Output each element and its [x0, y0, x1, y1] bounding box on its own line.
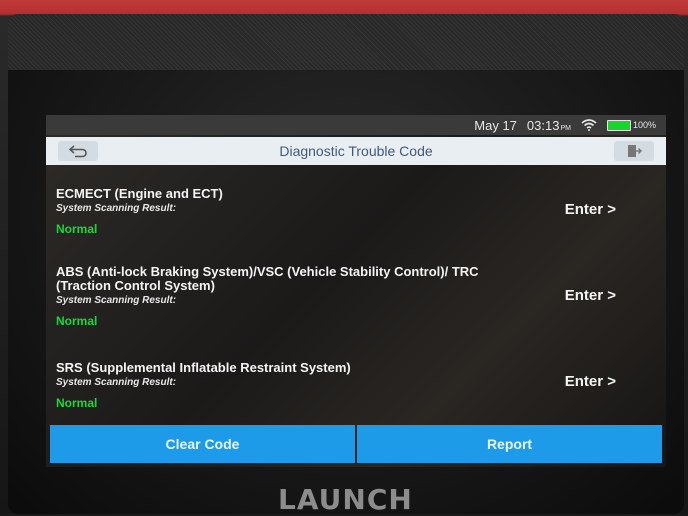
clear-code-button[interactable]: Clear Code: [50, 425, 355, 463]
system-item-srs[interactable]: SRS (Supplemental Inflatable Restraint S…: [46, 360, 666, 411]
exit-button[interactable]: [614, 141, 654, 161]
battery-indicator: 100%: [606, 119, 656, 131]
enter-button[interactable]: Enter >: [565, 287, 616, 304]
wifi-icon: [581, 119, 597, 131]
scan-result: Normal: [56, 222, 98, 236]
battery-icon: [606, 119, 631, 131]
system-item-ecmect[interactable]: ECMECT (Engine and ECT) System Scanning …: [46, 186, 666, 237]
scan-result: Normal: [56, 396, 98, 410]
back-arrow-icon: [69, 145, 87, 158]
brand-logo: LAUNCH: [278, 483, 413, 516]
system-item-abs[interactable]: ABS (Anti-lock Braking System)/VSC (Vehi…: [46, 264, 666, 329]
system-name: ABS (Anti-lock Braking System)/VSC (Vehi…: [56, 264, 479, 293]
status-time: 03:13: [526, 117, 560, 133]
bezel-texture: [8, 14, 684, 70]
enter-button[interactable]: Enter >: [565, 373, 616, 390]
status-bar: May 17 03:13PM 100%: [46, 115, 666, 135]
device-screen: May 17 03:13PM 100% Diagnostic Trouble C…: [46, 115, 666, 467]
exit-door-icon: [628, 145, 642, 157]
battery-level: 100%: [632, 120, 656, 130]
title-bar: Diagnostic Trouble Code: [46, 137, 666, 165]
status-ampm: PM: [560, 124, 571, 132]
page-title: Diagnostic Trouble Code: [279, 143, 433, 159]
action-bar: Clear Code Report: [50, 425, 662, 463]
system-name: SRS (Supplemental Inflatable Restraint S…: [56, 360, 351, 375]
scan-result: Normal: [56, 314, 98, 328]
report-button[interactable]: Report: [357, 425, 662, 463]
status-date: May 17: [474, 117, 517, 133]
status-time-group: 03:13PM: [527, 118, 571, 133]
back-button[interactable]: [58, 141, 98, 161]
enter-button[interactable]: Enter >: [565, 201, 616, 218]
system-name: ECMECT (Engine and ECT): [56, 186, 223, 201]
